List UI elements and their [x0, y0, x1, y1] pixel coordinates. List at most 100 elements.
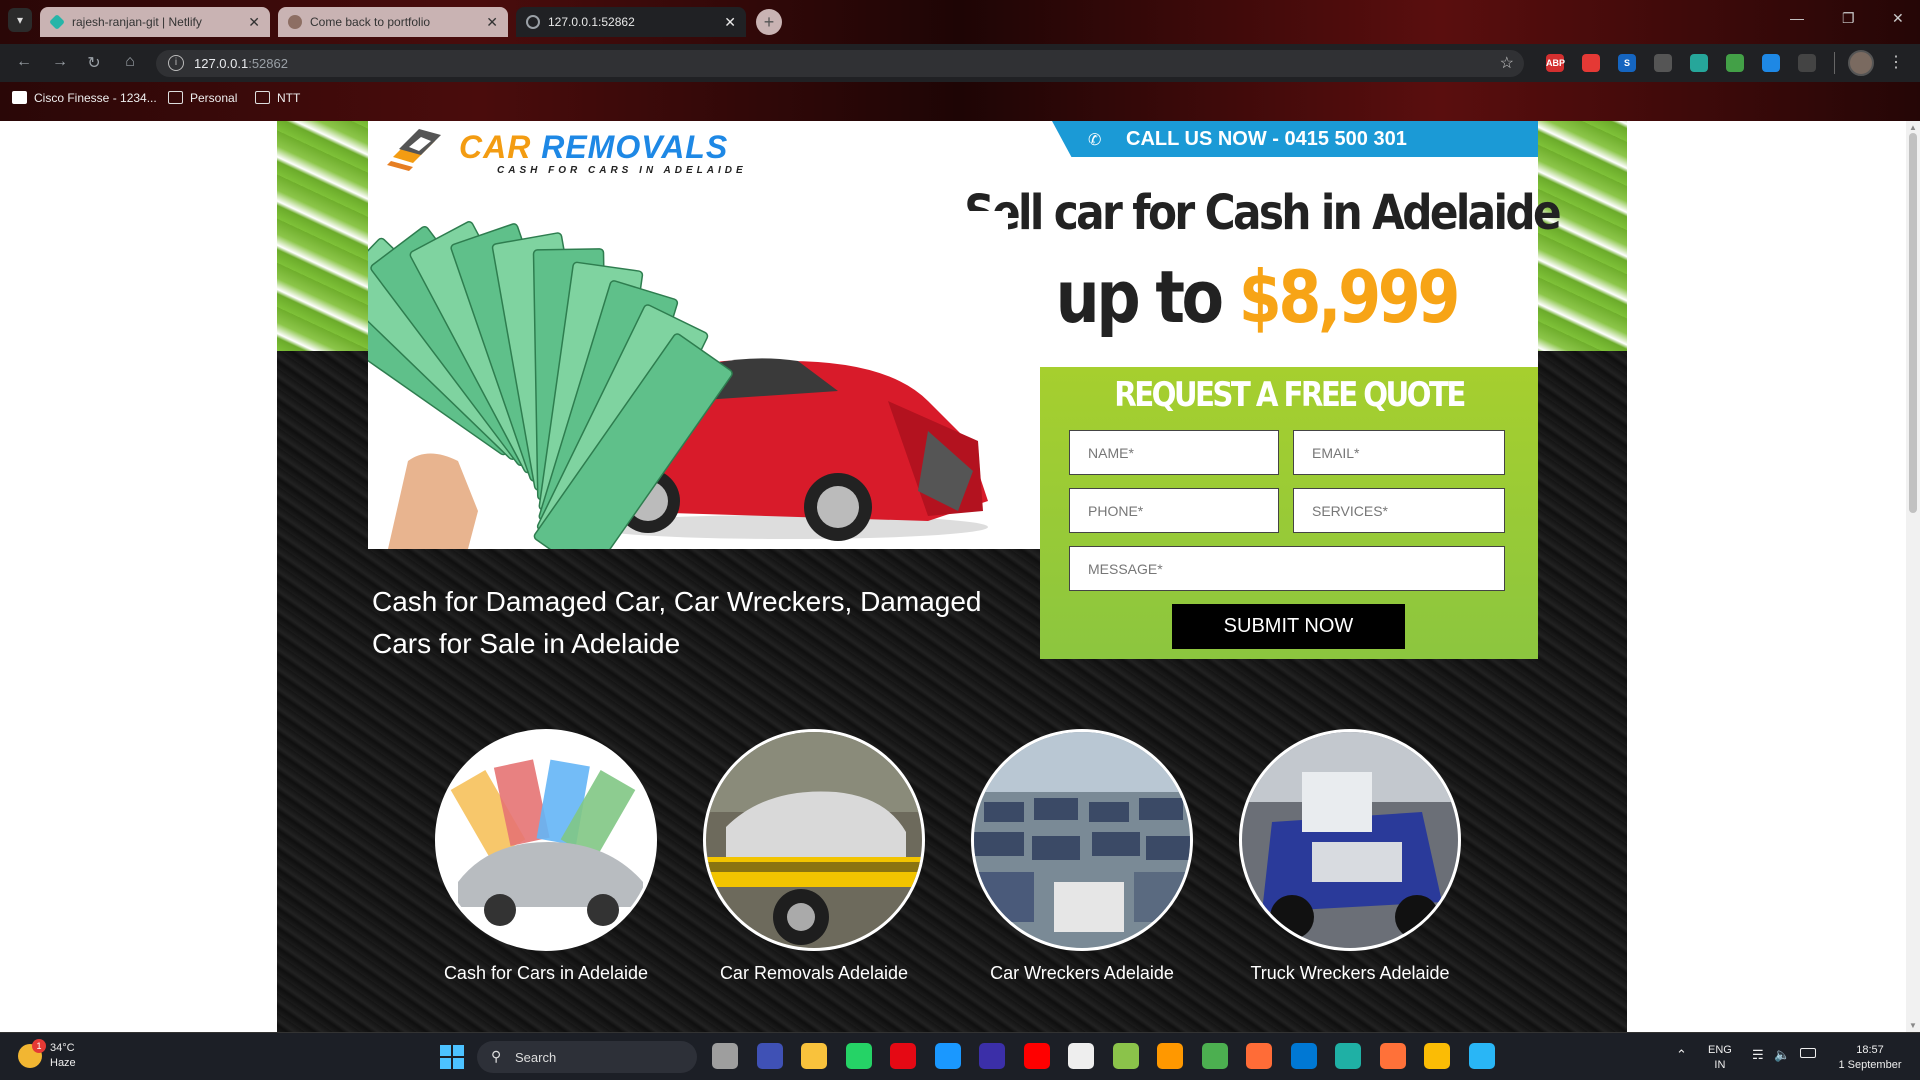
bookmark-cisco[interactable]: Cisco Finesse - 1234...	[12, 91, 157, 105]
bookmark-label: Cisco Finesse - 1234...	[34, 91, 157, 105]
youtube-icon[interactable]	[1023, 1043, 1050, 1069]
phone-field[interactable]: PHONE*	[1069, 488, 1279, 533]
service-label: Truck Wreckers Adelaide	[1250, 963, 1450, 983]
tab-localhost[interactable]: 127.0.0.1:52862 ✕	[516, 7, 746, 37]
github-icon[interactable]	[1068, 1043, 1094, 1069]
tab-netlify[interactable]: rajesh-ranjan-git | Netlify ✕	[40, 7, 270, 37]
call-us-text: CALL US NOW - 0415 500 301	[1126, 128, 1407, 150]
browser-chrome: ▾ rajesh-ranjan-git | Netlify ✕ Come bac…	[0, 0, 1920, 121]
call-us-bar[interactable]: ✆ CALL US NOW - 0415 500 301	[1052, 121, 1538, 157]
atom-extension-icon[interactable]	[1690, 54, 1708, 72]
folder-icon	[168, 91, 183, 104]
weather-badge: 1	[32, 1039, 46, 1053]
mongodb-icon[interactable]	[1201, 1043, 1228, 1069]
price-amount: $8,999	[1238, 255, 1461, 339]
bookmark-star-icon[interactable]: ☆	[1500, 53, 1514, 73]
minimize-icon[interactable]: —	[1790, 10, 1804, 26]
tab-portfolio[interactable]: Come back to portfolio ✕	[278, 7, 508, 37]
search-label: Search	[515, 1050, 557, 1065]
scrollbar-thumb[interactable]	[1909, 133, 1917, 513]
close-window-icon[interactable]: ✕	[1892, 10, 1904, 27]
bookmark-folder-ntt[interactable]: NTT	[255, 91, 300, 105]
message-field[interactable]: MESSAGE*	[1069, 546, 1505, 591]
prime-video-icon[interactable]	[934, 1043, 961, 1069]
adblock-plus-icon[interactable]: ABP	[1546, 54, 1565, 72]
back-icon[interactable]: ←	[14, 53, 34, 71]
weather-desc: Haze	[50, 1057, 76, 1069]
notepad-icon[interactable]	[1112, 1043, 1139, 1069]
site-info-icon[interactable]: i	[168, 55, 184, 71]
site-logo[interactable]: CAR REMOVALS CASH FOR CARS IN ADELAIDE	[385, 123, 765, 181]
email-field[interactable]: EMAIL*	[1293, 430, 1505, 475]
headline-price: up to $8,999	[1055, 255, 1461, 339]
firefox-icon[interactable]	[1379, 1043, 1406, 1069]
chrome-icon[interactable]	[1424, 1043, 1450, 1069]
profile-avatar[interactable]	[1848, 50, 1874, 76]
page-scrollbar[interactable]: ▲ ▼	[1906, 121, 1920, 1032]
service-car-removals[interactable]: Car Removals Adelaide	[699, 729, 929, 983]
docs-extension-icon[interactable]	[1762, 54, 1780, 72]
folder-icon[interactable]	[801, 1043, 827, 1069]
car-removals-logo-icon	[387, 129, 441, 171]
netlify-icon	[49, 14, 65, 30]
taskbar-search-box[interactable]: ⚲ Search	[477, 1041, 697, 1073]
close-tab-icon[interactable]: ✕	[486, 7, 498, 37]
volume-icon[interactable]: 🔈	[1774, 1047, 1790, 1062]
puzzle-extensions-icon[interactable]	[1798, 54, 1816, 72]
close-tab-icon[interactable]: ✕	[248, 7, 260, 37]
wifi-icon[interactable]: ☴	[1752, 1047, 1764, 1062]
logo-wordmark: CAR REMOVALS	[459, 129, 729, 165]
windows-start-icon[interactable]	[440, 1045, 464, 1069]
search-icon: ⚲	[491, 1048, 502, 1064]
postman-icon[interactable]	[1246, 1043, 1272, 1069]
globe-app-icon[interactable]	[1468, 1043, 1495, 1069]
bookmark-folder-personal[interactable]: Personal	[168, 91, 237, 105]
tab-search-button[interactable]: ▾	[8, 8, 32, 32]
site-container: CAR REMOVALS CASH FOR CARS IN ADELAIDE ✆…	[277, 121, 1627, 1032]
home-icon[interactable]: ⌂	[120, 53, 140, 71]
scroll-up-icon[interactable]: ▲	[1909, 123, 1917, 132]
url-text[interactable]: 127.0.0.1:52862	[194, 56, 288, 71]
clock[interactable]: 18:57 1 September	[1832, 1043, 1908, 1073]
tab-title: Come back to portfolio	[310, 15, 431, 29]
netflix-icon[interactable]	[890, 1043, 916, 1069]
whatsapp-icon[interactable]	[845, 1043, 872, 1069]
toolbar-divider	[1834, 52, 1835, 74]
service-car-wreckers[interactable]: Car Wreckers Adelaide	[967, 729, 1197, 983]
sublime-icon[interactable]	[1157, 1043, 1183, 1069]
headline-sell-car: Sell car for Cash in Adelaide	[964, 185, 1561, 241]
file-manager-icon[interactable]	[712, 1043, 738, 1069]
submit-now-button[interactable]: SUBMIT NOW	[1172, 604, 1405, 649]
forward-icon[interactable]: →	[50, 53, 70, 71]
vscode-icon[interactable]	[1290, 1043, 1317, 1069]
edge-icon[interactable]	[1335, 1043, 1361, 1069]
language-indicator[interactable]: ENG IN	[1708, 1043, 1732, 1073]
service-image	[703, 729, 925, 951]
bookmarks-bar: Cisco Finesse - 1234... Personal NTT	[0, 86, 1920, 112]
chevron-up-icon[interactable]: ⌃	[1676, 1047, 1687, 1062]
globe-icon	[526, 15, 540, 29]
colorful-extension-icon[interactable]	[1726, 54, 1744, 72]
target-extension-icon[interactable]	[1654, 54, 1672, 72]
store-icon[interactable]	[756, 1043, 783, 1069]
amazon-music-icon[interactable]	[979, 1043, 1005, 1069]
profile-favicon-icon	[288, 15, 302, 29]
name-field[interactable]: NAME*	[1069, 430, 1279, 475]
scroll-down-icon[interactable]: ▼	[1909, 1021, 1917, 1030]
browser-menu-icon[interactable]: ⋮	[1888, 52, 1904, 72]
maximize-icon[interactable]: ❐	[1842, 10, 1855, 27]
browser-toolbar: ← → ↻ ⌂ i 127.0.0.1:52862 ☆ ABP S ⋮	[0, 44, 1920, 82]
service-truck-wreckers[interactable]: Truck Wreckers Adelaide	[1235, 729, 1465, 983]
battery-icon[interactable]	[1800, 1048, 1816, 1058]
s-extension-icon[interactable]: S	[1618, 54, 1636, 72]
close-tab-icon[interactable]: ✕	[724, 7, 736, 37]
service-image	[435, 729, 657, 951]
services-field[interactable]: SERVICES*	[1293, 488, 1505, 533]
cisco-icon	[12, 91, 27, 104]
new-tab-button[interactable]: +	[756, 9, 782, 35]
shield-extension-icon[interactable]	[1582, 54, 1600, 72]
service-cash-for-cars[interactable]: Cash for Cars in Adelaide	[431, 729, 661, 983]
reload-icon[interactable]: ↻	[84, 53, 104, 73]
bookmark-label: NTT	[277, 91, 301, 105]
address-bar[interactable]: i 127.0.0.1:52862 ☆	[156, 50, 1524, 77]
